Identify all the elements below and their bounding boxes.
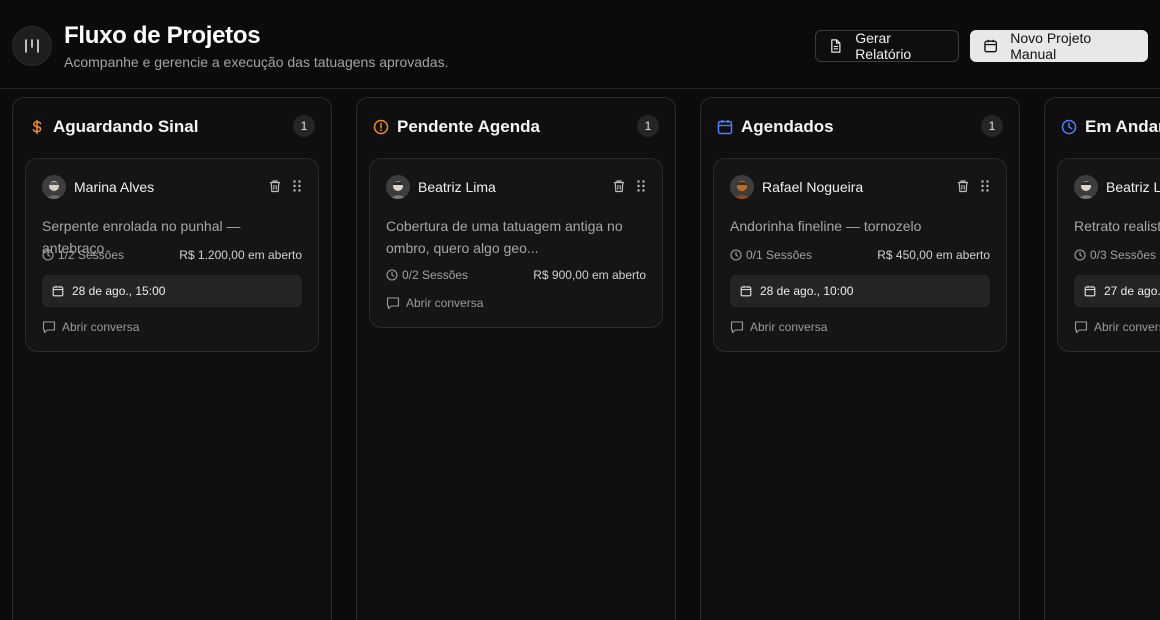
- page-header: Fluxo de Projetos Acompanhe e gerencie a…: [0, 0, 1160, 89]
- column-title: Aguardando Sinal: [53, 117, 199, 136]
- message-icon: [386, 297, 400, 310]
- new-manual-project-label: Novo Projeto Manual: [1010, 30, 1092, 62]
- client-name: Beatriz Lima: [418, 179, 496, 195]
- avatar-icon: [1074, 175, 1098, 199]
- drag-handle-icon[interactable]: [980, 179, 990, 193]
- calendar-icon: [717, 120, 733, 135]
- generate-report-label: Gerar Relatório: [855, 30, 912, 62]
- open-chat-link[interactable]: Abrir conversa: [386, 295, 483, 311]
- column-header: Agendados 1: [717, 115, 1003, 137]
- date-text: 28 de ago., 15:00: [72, 284, 166, 298]
- app-logo: [12, 26, 52, 66]
- project-description: Retrato realista: [1074, 218, 1160, 234]
- open-chat-label: Abrir conversa: [1094, 320, 1160, 334]
- column-header: Aguardando Sinal 1: [29, 115, 315, 137]
- project-description: Cobertura de uma tatuagem antiga no ombr…: [386, 218, 623, 256]
- open-chat-label: Abrir conversa: [62, 320, 140, 334]
- clock-icon: [42, 249, 54, 261]
- project-description: Andorinha fineline — tornozelo: [730, 218, 922, 234]
- logo-icon: [25, 39, 39, 53]
- drag-handle-icon[interactable]: [636, 179, 646, 193]
- client-name: Marina Alves: [74, 179, 155, 195]
- column-em-andamento: Em Andamento Beatriz Lima Retrato realis…: [1044, 97, 1160, 620]
- avatar: [42, 175, 66, 199]
- project-card[interactable]: Beatriz Lima Retrato realista 0/3 Sessõe…: [1057, 158, 1160, 352]
- calendar-icon: [740, 285, 752, 297]
- drag-handle-icon[interactable]: [292, 179, 302, 193]
- trash-icon[interactable]: [956, 179, 970, 193]
- clock-icon: [386, 269, 398, 281]
- column-title: Agendados: [741, 117, 834, 136]
- open-chat-link[interactable]: Abrir conversa: [42, 319, 139, 335]
- sessions-count: 0/2 Sessões: [402, 268, 469, 282]
- generate-report-button[interactable]: Gerar Relatório: [815, 30, 959, 62]
- column-header: Pendente Agenda 1: [373, 115, 659, 137]
- date-text: 27 de ago., 16:00: [1104, 284, 1160, 298]
- clock-icon: [1061, 119, 1077, 135]
- page-title: Fluxo de Projetos: [64, 22, 261, 49]
- project-card[interactable]: Marina Alves Serpente enrolada no punhal…: [25, 158, 319, 352]
- open-amount: R$ 900,00 em aberto: [533, 268, 646, 282]
- appointment-date: 28 de ago., 15:00: [42, 275, 302, 307]
- sessions-count: 0/1 Sessões: [746, 248, 813, 262]
- open-amount: R$ 1.200,00 em aberto: [179, 248, 302, 262]
- sessions-count: 1/2 Sessões: [58, 248, 125, 262]
- avatar: [730, 175, 754, 199]
- column-count-badge: 1: [981, 115, 1003, 137]
- column-title: Em Andamento: [1085, 117, 1160, 136]
- calendar-plus-icon: [984, 39, 998, 53]
- avatar-icon: [730, 175, 754, 199]
- date-text: 28 de ago., 10:00: [760, 284, 854, 298]
- project-card[interactable]: Rafael Nogueira Andorinha fineline — tor…: [713, 158, 1007, 352]
- new-manual-project-button[interactable]: Novo Projeto Manual: [970, 30, 1148, 62]
- open-amount: R$ 450,00 em aberto: [877, 248, 990, 262]
- client-name: Beatriz Lima: [1106, 179, 1160, 195]
- open-chat-link[interactable]: Abrir conversa: [730, 319, 827, 335]
- message-icon: [42, 321, 56, 334]
- column-pendente-agenda: Pendente Agenda 1 Beatriz Lima Cobertura…: [356, 97, 676, 620]
- project-card[interactable]: Beatriz Lima Cobertura de uma tatuagem a…: [369, 158, 663, 328]
- avatar: [1074, 175, 1098, 199]
- client-name: Rafael Nogueira: [762, 179, 864, 195]
- open-chat-label: Abrir conversa: [406, 296, 484, 310]
- appointment-date: 27 de ago., 16:00: [1074, 275, 1160, 307]
- message-icon: [730, 321, 744, 334]
- alert-circle-icon: [373, 119, 389, 135]
- column-aguardando-sinal: Aguardando Sinal 1 Marina Alves Serpente…: [12, 97, 332, 620]
- column-title: Pendente Agenda: [397, 117, 540, 136]
- calendar-icon: [1084, 285, 1096, 297]
- open-chat-label: Abrir conversa: [750, 320, 828, 334]
- calendar-icon: [52, 285, 64, 297]
- dollar-icon: [32, 120, 42, 134]
- column-agendados: Agendados 1 Rafael Nogueira Andorinha fi…: [700, 97, 1020, 620]
- avatar: [386, 175, 410, 199]
- clock-icon: [1074, 249, 1086, 261]
- message-icon: [1074, 321, 1088, 334]
- page-subtitle: Acompanhe e gerencie a execução das tatu…: [64, 54, 449, 70]
- kanban-board: Aguardando Sinal 1 Marina Alves Serpente…: [0, 89, 1160, 620]
- sessions-count: 0/3 Sessões: [1090, 248, 1157, 262]
- trash-icon[interactable]: [268, 179, 282, 193]
- open-chat-link[interactable]: Abrir conversa: [1074, 319, 1160, 335]
- appointment-date: 28 de ago., 10:00: [730, 275, 990, 307]
- column-count-badge: 1: [293, 115, 315, 137]
- file-text-icon: [831, 39, 841, 53]
- column-header: Em Andamento: [1061, 117, 1160, 137]
- avatar-icon: [386, 175, 410, 199]
- trash-icon[interactable]: [612, 179, 626, 193]
- avatar-icon: [42, 175, 66, 199]
- column-count-badge: 1: [637, 115, 659, 137]
- clock-icon: [730, 249, 742, 261]
